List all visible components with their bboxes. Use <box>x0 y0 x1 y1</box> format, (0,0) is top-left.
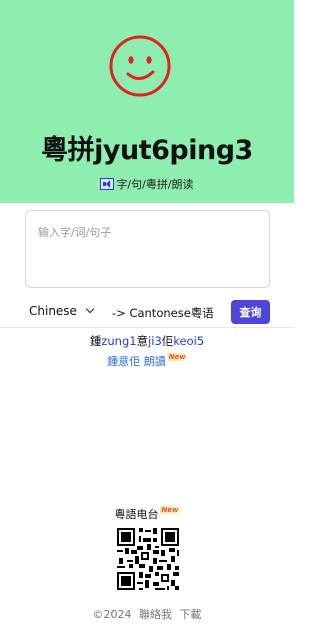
jyutping-result: 鍾zung1意ji3佢keoi5 <box>0 333 294 349</box>
result-links: 鍾意佢 朗讀 New <box>0 353 294 369</box>
source-language-value: Chinese <box>29 304 77 318</box>
source-language-select[interactable]: Chinese <box>29 304 95 318</box>
result-char-1: 鍾 <box>89 334 102 348</box>
search-input[interactable] <box>25 210 270 288</box>
target-language-label: -> Cantonese粵语 <box>112 306 214 320</box>
copyright: ©2024 <box>92 608 132 621</box>
result-jyutping-3[interactable]: keoi5 <box>173 334 204 348</box>
subtitle: 字/句/粵拼/朗读 <box>0 176 294 192</box>
footer: ©2024 聯絡我 下載 <box>0 606 294 622</box>
subtitle-text: 字/句/粵拼/朗读 <box>116 178 194 191</box>
speaker-icon[interactable] <box>100 178 115 190</box>
result-char-3: 佢 <box>161 334 174 348</box>
new-badge: New <box>167 353 187 361</box>
result-jyutping-2[interactable]: ji3 <box>148 334 162 348</box>
result-char-2: 意 <box>136 334 149 348</box>
qr-code-icon <box>115 526 181 592</box>
contact-link[interactable]: 聯絡我 <box>139 608 172 621</box>
smiley-face-icon <box>109 35 171 97</box>
result-word-link[interactable]: 鍾意佢 <box>107 355 140 368</box>
read-aloud-link[interactable]: 朗讀 <box>144 355 166 368</box>
translate-controls: Chinese -> Cantonese粵语 查询 <box>0 299 294 327</box>
new-badge: New <box>160 506 180 514</box>
query-button[interactable]: 查询 <box>231 300 270 324</box>
radio-label: 粵語电台 <box>114 508 159 521</box>
download-link[interactable]: 下載 <box>180 608 202 621</box>
divider <box>0 327 294 328</box>
chevron-down-icon <box>85 304 95 314</box>
hero-header: 粵拼jyut6ping3 字/句/粵拼/朗读 <box>0 0 294 203</box>
radio-link[interactable]: 粵語电台 New <box>0 506 294 522</box>
result-jyutping-1[interactable]: zung1 <box>101 334 136 348</box>
page-title: 粵拼jyut6ping3 <box>41 135 253 166</box>
